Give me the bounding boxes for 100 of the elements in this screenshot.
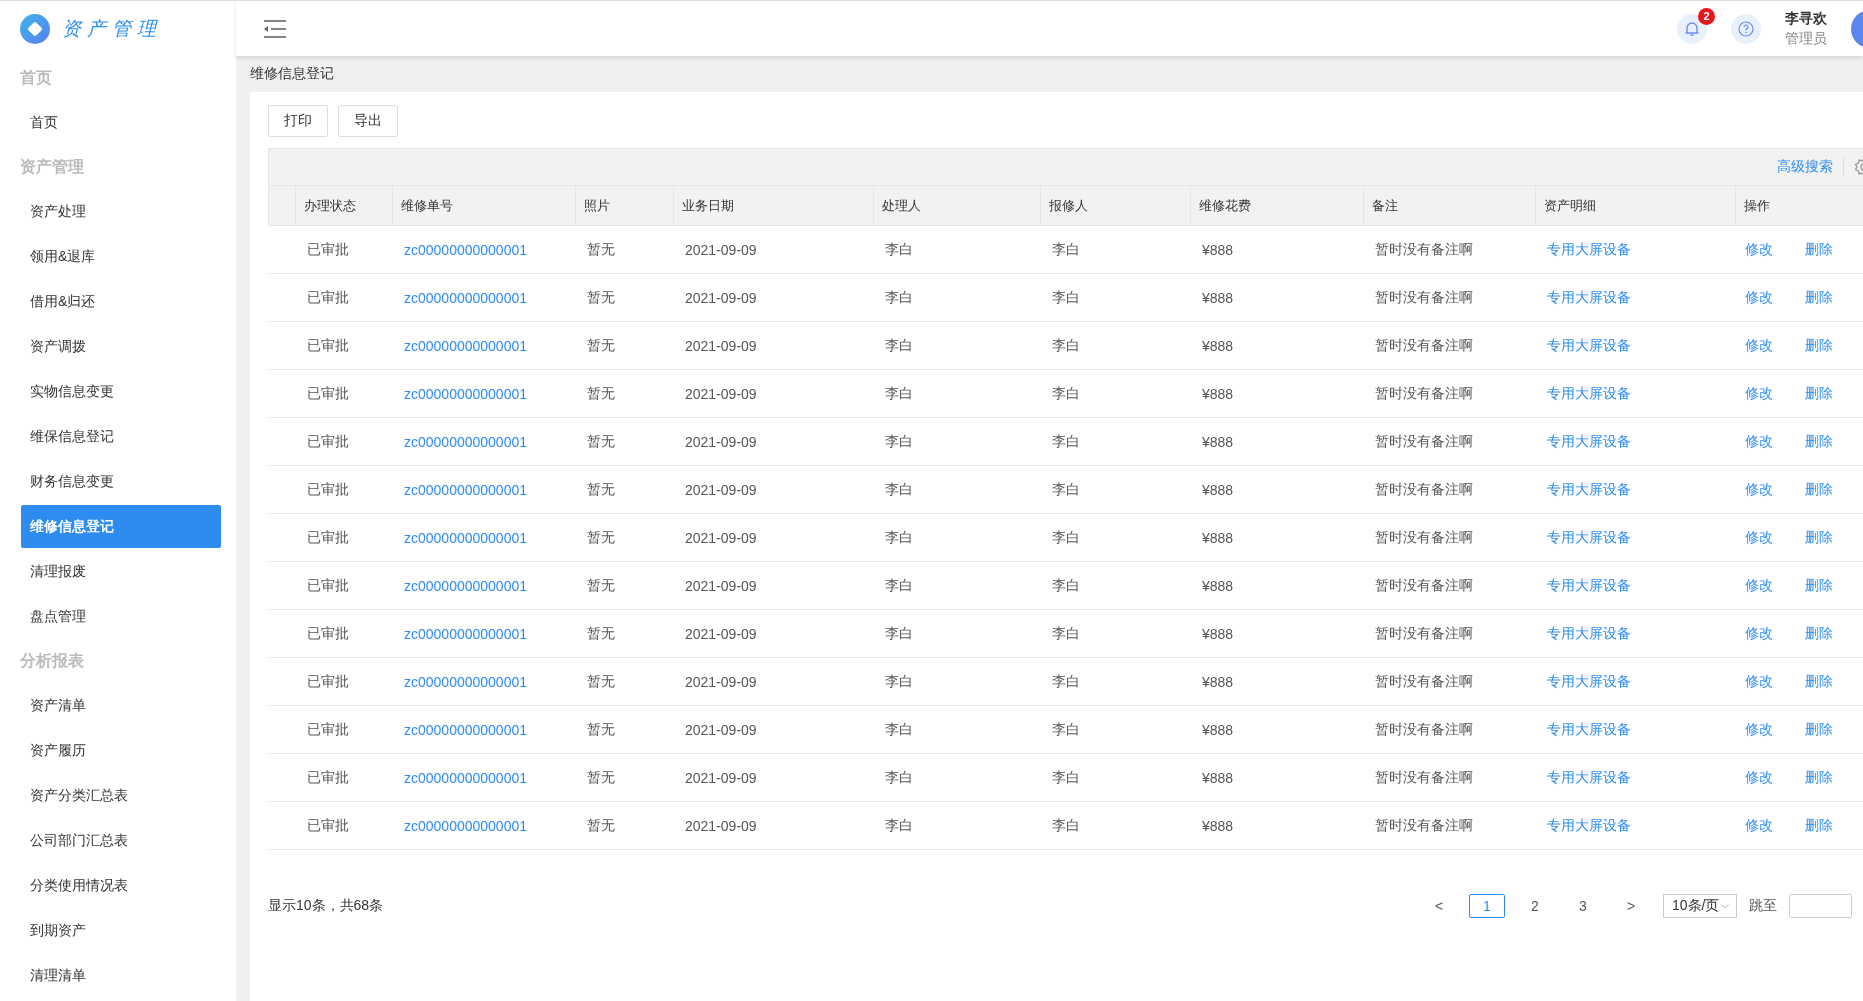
bell-icon <box>1684 20 1700 37</box>
row-action-link[interactable]: 删除 <box>1805 576 1833 595</box>
table-cell: 暂无 <box>587 336 615 355</box>
row-action-link[interactable]: 删除 <box>1805 720 1833 739</box>
table-link[interactable]: 专用大屏设备 <box>1547 240 1631 259</box>
table-link[interactable]: zc00000000000001 <box>404 769 527 786</box>
toolbar-button[interactable]: 打印 <box>268 105 328 137</box>
table-link[interactable]: zc00000000000001 <box>404 721 527 738</box>
table-link[interactable]: zc00000000000001 <box>404 385 527 402</box>
row-action-link[interactable]: 修改 <box>1745 288 1773 307</box>
jump-input[interactable] <box>1789 894 1852 918</box>
table-cell: 已审批 <box>307 240 349 259</box>
table-cell: 暂时没有备注啊 <box>1375 384 1473 403</box>
table-link[interactable]: 专用大屏设备 <box>1547 816 1631 835</box>
table-link[interactable]: 专用大屏设备 <box>1547 336 1631 355</box>
table-link[interactable]: 专用大屏设备 <box>1547 720 1631 739</box>
page-size-select[interactable]: 10条/页 <box>1663 894 1737 918</box>
table-cell: 李白 <box>885 240 913 259</box>
row-action-link[interactable]: 删除 <box>1805 432 1833 451</box>
sidebar-item[interactable]: 领用&退库 <box>21 234 221 279</box>
sidebar-item[interactable]: 清理清单 <box>21 953 221 998</box>
sidebar-item[interactable]: 借用&归还 <box>21 279 221 324</box>
sidebar-item[interactable]: 财务信息变更 <box>21 459 221 504</box>
row-action-link[interactable]: 删除 <box>1805 240 1833 259</box>
table-cell: 已审批 <box>307 432 349 451</box>
table-cell: 暂无 <box>587 816 615 835</box>
app-logo-text: 资产管理 <box>62 15 162 41</box>
table-link[interactable]: 专用大屏设备 <box>1547 624 1631 643</box>
row-action-link[interactable]: 删除 <box>1805 672 1833 691</box>
table-link[interactable]: zc00000000000001 <box>404 289 527 306</box>
table-cell: ¥888 <box>1202 481 1234 498</box>
column-header: 操作 <box>1744 196 1770 215</box>
table-link[interactable]: zc00000000000001 <box>404 529 527 546</box>
row-action-link[interactable]: 修改 <box>1745 432 1773 451</box>
table-cell: 暂时没有备注啊 <box>1375 576 1473 595</box>
sidebar-item[interactable]: 盘点管理 <box>21 594 221 639</box>
row-action-link[interactable]: 修改 <box>1745 576 1773 595</box>
table-link[interactable]: zc00000000000001 <box>404 481 527 498</box>
help-button[interactable] <box>1731 13 1761 44</box>
row-action-link[interactable]: 删除 <box>1805 384 1833 403</box>
sidebar-item[interactable]: 分类使用情况表 <box>21 863 221 908</box>
row-action-link[interactable]: 修改 <box>1745 336 1773 355</box>
table-cell: 2021-09-09 <box>685 433 757 450</box>
table-link[interactable]: zc00000000000001 <box>404 433 527 450</box>
sidebar-item[interactable]: 维保信息登记 <box>21 414 221 459</box>
row-action-link[interactable]: 修改 <box>1745 480 1773 499</box>
row-action-link[interactable]: 修改 <box>1745 240 1773 259</box>
row-action-link[interactable]: 删除 <box>1805 336 1833 355</box>
table-link[interactable]: zc00000000000001 <box>404 673 527 690</box>
row-action-link[interactable]: 修改 <box>1745 768 1773 787</box>
table-link[interactable]: 专用大屏设备 <box>1547 672 1631 691</box>
row-action-link[interactable]: 修改 <box>1745 624 1773 643</box>
row-action-link[interactable]: 删除 <box>1805 624 1833 643</box>
column-header: 备注 <box>1372 196 1398 215</box>
page-button[interactable]: 1 <box>1469 894 1505 918</box>
table-cell: 暂无 <box>587 624 615 643</box>
table-cell: 2021-09-09 <box>685 241 757 258</box>
table-link[interactable]: 专用大屏设备 <box>1547 768 1631 787</box>
sidebar-item[interactable]: 清理报废 <box>21 549 221 594</box>
row-action-link[interactable]: 删除 <box>1805 816 1833 835</box>
toolbar-button[interactable]: 导出 <box>338 105 398 137</box>
table-link[interactable]: zc00000000000001 <box>404 577 527 594</box>
sidebar-item[interactable]: 资产履历 <box>21 728 221 773</box>
table-link[interactable]: 专用大屏设备 <box>1547 576 1631 595</box>
sidebar-item[interactable]: 首页 <box>21 100 221 145</box>
sidebar-item[interactable]: 资产清单 <box>21 683 221 728</box>
table-cell: 暂时没有备注啊 <box>1375 480 1473 499</box>
row-action-link[interactable]: 删除 <box>1805 768 1833 787</box>
sidebar-item[interactable]: 资产调拨 <box>21 324 221 369</box>
table-cell: 已审批 <box>307 816 349 835</box>
row-action-link[interactable]: 修改 <box>1745 816 1773 835</box>
table-link[interactable]: zc00000000000001 <box>404 337 527 354</box>
advanced-search-link[interactable]: 高级搜索 <box>1777 158 1833 176</box>
table-link[interactable]: zc00000000000001 <box>404 817 527 834</box>
row-action-link[interactable]: 删除 <box>1805 480 1833 499</box>
sidebar-item[interactable]: 维修信息登记 <box>21 505 221 548</box>
table-link[interactable]: 专用大屏设备 <box>1547 384 1631 403</box>
table-link[interactable]: 专用大屏设备 <box>1547 288 1631 307</box>
column-header: 照片 <box>584 196 610 215</box>
row-action-link[interactable]: 修改 <box>1745 720 1773 739</box>
row-action-link[interactable]: 删除 <box>1805 528 1833 547</box>
table-cell: 2021-09-09 <box>685 625 757 642</box>
sidebar-item[interactable]: 资产分类汇总表 <box>21 773 221 818</box>
jump-label: 跳至 <box>1749 897 1777 915</box>
row-action-link[interactable]: 删除 <box>1805 288 1833 307</box>
table-link[interactable]: 专用大屏设备 <box>1547 480 1631 499</box>
sidebar-group-title: 分析报表 <box>19 650 85 671</box>
table-link[interactable]: 专用大屏设备 <box>1547 432 1631 451</box>
sidebar-item[interactable]: 资产处理 <box>21 189 221 234</box>
table-cell: 暂无 <box>587 288 615 307</box>
row-action-link[interactable]: 修改 <box>1745 384 1773 403</box>
menu-icon[interactable] <box>264 19 286 38</box>
table-link[interactable]: zc00000000000001 <box>404 625 527 642</box>
sidebar-item[interactable]: 公司部门汇总表 <box>21 818 221 863</box>
row-action-link[interactable]: 修改 <box>1745 528 1773 547</box>
table-link[interactable]: 专用大屏设备 <box>1547 528 1631 547</box>
sidebar-item[interactable]: 实物信息变更 <box>21 369 221 414</box>
table-link[interactable]: zc00000000000001 <box>404 241 527 258</box>
row-action-link[interactable]: 修改 <box>1745 672 1773 691</box>
sidebar-item[interactable]: 到期资产 <box>21 908 221 953</box>
